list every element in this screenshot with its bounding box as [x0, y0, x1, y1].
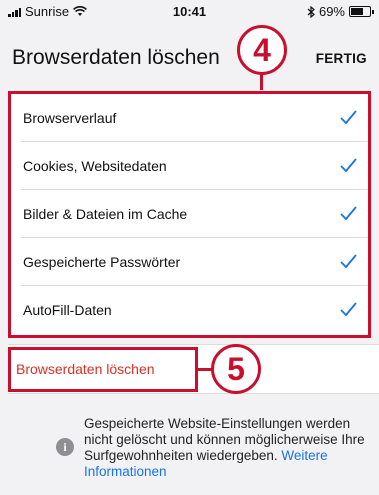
checkmark-icon	[340, 158, 357, 173]
callout-badge-5: 5	[211, 344, 261, 394]
bluetooth-icon	[307, 5, 315, 18]
option-label: Browserverlauf	[23, 110, 117, 126]
battery-icon	[349, 6, 374, 17]
option-row-cache[interactable]: Bilder & Dateien im Cache	[11, 190, 368, 238]
option-label: Bilder & Dateien im Cache	[23, 206, 188, 222]
option-label: Gespeicherte Passwörter	[23, 254, 181, 270]
option-label: AutoFill-Daten	[23, 302, 112, 318]
clear-browsing-data-button[interactable]: Browserdaten löschen	[16, 361, 155, 377]
page-title: Browserdaten löschen	[12, 46, 220, 69]
callout-badge-4: 4	[237, 25, 287, 75]
clear-options-list: Browserverlauf Cookies, Websitedaten Bil…	[8, 91, 371, 338]
option-row-browserverlauf[interactable]: Browserverlauf	[11, 94, 368, 142]
footer-note: Gespeicherte Website-Einstellungen werde…	[84, 416, 366, 480]
checkmark-icon	[340, 206, 357, 221]
checkmark-icon	[340, 254, 357, 269]
header: Browserdaten löschen FERTIG	[0, 24, 379, 90]
done-button[interactable]: FERTIG	[316, 51, 367, 66]
battery-fill	[351, 8, 363, 15]
info-icon: i	[56, 438, 74, 456]
option-label: Cookies, Websitedaten	[23, 158, 167, 174]
status-bar: Sunrise 10:41 69%	[0, 0, 379, 24]
option-row-cookies[interactable]: Cookies, Websitedaten	[11, 142, 368, 190]
option-row-autofill[interactable]: AutoFill-Daten	[11, 286, 368, 334]
callout-connector-4	[260, 74, 263, 90]
status-right: 69%	[307, 4, 374, 19]
battery-percent: 69%	[318, 4, 345, 19]
checkmark-icon	[340, 110, 357, 125]
option-row-passwords[interactable]: Gespeicherte Passwörter	[11, 238, 368, 286]
checkmark-icon	[340, 302, 357, 317]
